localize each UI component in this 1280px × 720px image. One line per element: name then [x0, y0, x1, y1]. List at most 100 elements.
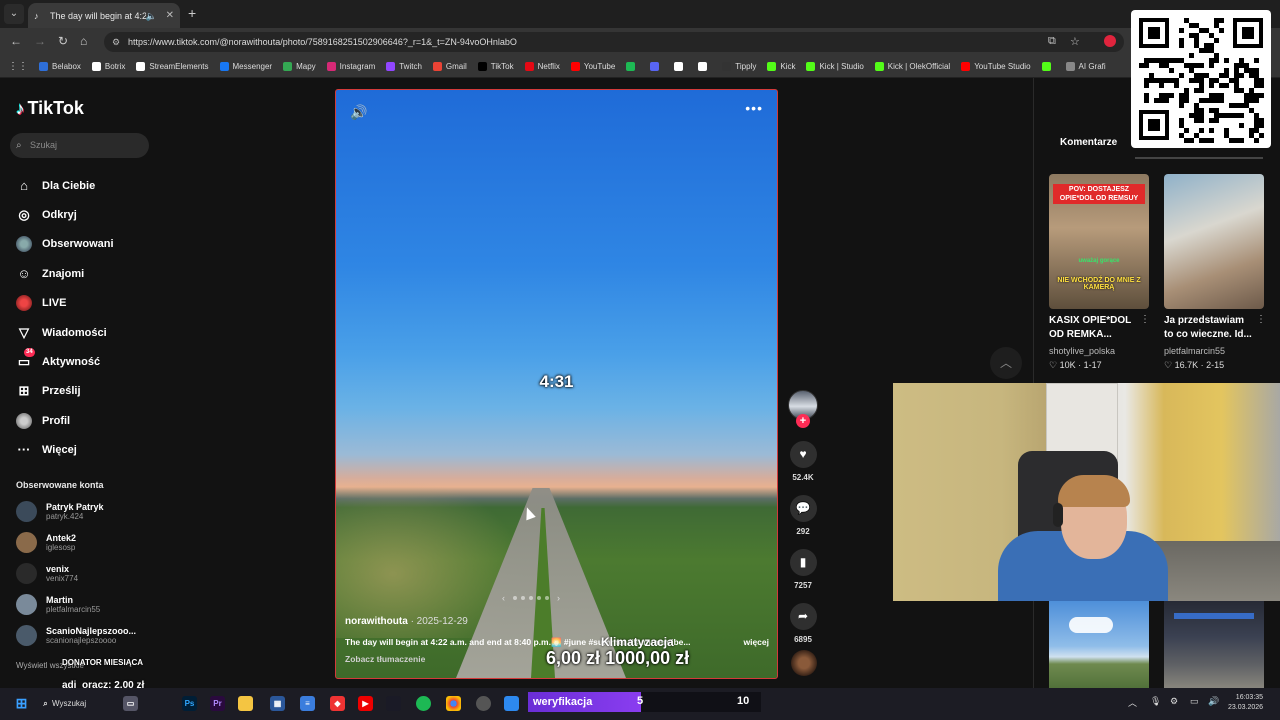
tab-audio-icon[interactable]: 🔈 — [146, 11, 157, 21]
sidebar-item[interactable]: ··· Więcej — [16, 436, 114, 465]
sidebar-item[interactable]: ⊞ Prześlij — [16, 377, 114, 406]
card-more-icon[interactable]: ⋮ — [1140, 314, 1150, 325]
heart-icon[interactable]: ♥ — [789, 441, 817, 468]
share-action[interactable]: ➦ 6895 — [787, 603, 819, 644]
related-video-thumbnail[interactable] — [1049, 601, 1149, 691]
bookmark-item[interactable]: Instagram — [326, 62, 375, 71]
bookmark-item[interactable]: Botrix — [91, 62, 125, 71]
bookmark-item[interactable]: Tipply — [722, 62, 756, 71]
taskbar-search-label[interactable]: Wyszukaj — [52, 699, 86, 708]
bookmark-item[interactable]: Twitch — [386, 62, 422, 71]
following-account[interactable]: venix venix774 — [16, 563, 78, 584]
app-icon[interactable]: ◆ — [330, 696, 345, 711]
search-input[interactable]: ⌕ Szukaj — [10, 133, 149, 158]
bookmark-item[interactable] — [650, 62, 663, 71]
bookmark-item[interactable]: Kick | Studio — [806, 62, 864, 71]
url-field[interactable]: ⚙ https://www.tiktok.com/@norawithouta/p… — [104, 32, 1124, 52]
app-icon[interactable] — [504, 696, 519, 711]
following-account[interactable]: Antek2 iglesosp — [16, 532, 76, 553]
tray-app-icon[interactable]: ⚙ — [1170, 696, 1178, 707]
task-view-icon[interactable]: ▭ — [123, 696, 138, 711]
bookmark-item[interactable]: Gmail — [432, 62, 467, 71]
taskbar-search-icon[interactable]: ⌕ — [38, 696, 53, 711]
bookmark-item[interactable]: YouTube Studio — [961, 62, 1031, 71]
new-tab-plus-icon[interactable]: + — [188, 5, 196, 21]
reload-icon[interactable]: ↻ — [58, 34, 68, 48]
taskbar-clock[interactable]: 16:03:35 23.03.2026 — [1228, 693, 1263, 713]
bookmark-item[interactable]: Messenger — [219, 62, 272, 71]
speaker-icon[interactable]: 🔊 — [1208, 696, 1219, 707]
volume-icon[interactable]: 🔊 — [350, 104, 367, 121]
spotify-icon[interactable] — [416, 696, 431, 711]
carousel-dot[interactable] — [513, 596, 517, 600]
sidebar-item[interactable]: Obserwowani — [16, 230, 114, 259]
share-icon[interactable]: ➦ — [789, 603, 817, 630]
bookmark-star-icon[interactable]: ☆ — [1070, 35, 1080, 48]
tab-close-icon[interactable]: ✕ — [166, 10, 174, 21]
site-info-icon[interactable]: ⚙ — [112, 32, 120, 52]
bookmark-item[interactable] — [698, 62, 711, 71]
browser-tab-active[interactable]: ♪ The day will begin at 4:22 a 🔈 ✕ — [28, 3, 180, 28]
carousel-next-icon[interactable]: › — [557, 593, 560, 603]
card-more-icon[interactable]: ⋮ — [1256, 314, 1266, 325]
notepad-icon[interactable]: ≡ — [300, 696, 315, 711]
apps-grid-icon[interactable]: ⋮⋮ — [8, 61, 28, 72]
bookmark-item[interactable]: YouTube — [570, 62, 615, 71]
bookmark-icon[interactable]: ▮ — [789, 549, 817, 576]
follow-plus-icon[interactable]: + — [796, 414, 810, 428]
carousel-dot[interactable] — [537, 596, 541, 600]
following-account[interactable]: Martin pletfalmarcin55 — [16, 594, 100, 615]
carousel-dot[interactable] — [521, 596, 525, 600]
like-action[interactable]: ♥ 52.4K — [787, 441, 819, 482]
bookmark-item[interactable] — [1041, 62, 1055, 71]
video-player[interactable]: 🔊 ••• 4:31 ‹ › norawithouta · 2025-12-29… — [335, 89, 778, 679]
related-video-author[interactable]: shotylive_polska — [1049, 346, 1115, 356]
bookmark-item[interactable]: AI Grafi — [1065, 62, 1106, 71]
bookmark-item[interactable] — [674, 62, 687, 71]
obs-icon[interactable] — [476, 696, 491, 711]
tiktok-logo[interactable]: ♪ TikTok — [16, 98, 84, 119]
tab-comments[interactable]: Komentarze — [1060, 137, 1117, 148]
carousel-prev-icon[interactable]: ‹ — [502, 593, 505, 603]
bookmark-item[interactable]: StreamElements — [136, 62, 209, 71]
bookmark-item[interactable]: Belabox — [39, 62, 81, 71]
sidebar-item[interactable]: ◎ Odkryj — [16, 200, 114, 229]
related-video-thumbnail[interactable]: POV: DOSTAJESZ OPIE*DOL OD REMSUY uważaj… — [1049, 174, 1149, 309]
sidebar-item[interactable]: ⌂ Dla Ciebie — [16, 171, 114, 200]
youtube-icon[interactable]: ▶ — [358, 696, 373, 711]
comment-icon[interactable]: 💬 — [789, 495, 817, 522]
related-video-author[interactable]: pletfalmarcin55 — [1164, 346, 1225, 356]
file-explorer-icon[interactable] — [238, 696, 253, 711]
microphone-icon[interactable]: 🎙 — [1150, 696, 1161, 707]
bookmark-item[interactable]: TikTok — [477, 62, 514, 71]
premiere-icon[interactable]: Pr — [210, 696, 225, 711]
comment-action[interactable]: 💬 292 — [787, 495, 819, 536]
app-icon[interactable] — [386, 696, 401, 711]
more-link[interactable]: więcej — [743, 637, 769, 648]
install-app-icon[interactable]: ⧉ — [1048, 35, 1056, 48]
tray-chevron-icon[interactable]: ︿ — [1128, 696, 1137, 709]
scroll-up-chevron-icon[interactable]: ︿ — [990, 347, 1022, 379]
sidebar-item[interactable]: ▽ Wiadomości — [16, 318, 114, 347]
bookmark-item[interactable]: Netflix — [524, 62, 560, 71]
related-video-title[interactable]: KASIX OPIE*DOL OD REMKA... — [1049, 314, 1131, 342]
windows-start-icon[interactable]: ⊞ — [14, 696, 29, 711]
bookmark-item[interactable]: Mapy — [283, 62, 316, 71]
author-link[interactable]: norawithouta — [345, 616, 408, 627]
related-video-title[interactable]: Ja przedstawiam to co wieczne. Id... — [1164, 314, 1252, 342]
following-account[interactable]: ScanioNajlepszooo... scanionajlepszoooo — [16, 625, 136, 646]
sidebar-item[interactable]: Profil — [16, 406, 114, 435]
bookmark-item[interactable]: Kick | OlekOfficial — [874, 62, 950, 71]
tab-search-chevron-icon[interactable]: ⌄ — [4, 4, 24, 24]
following-account[interactable]: Patryk Patryk patryk.424 — [16, 501, 104, 522]
more-options-icon[interactable]: ••• — [745, 100, 763, 116]
related-video-thumbnail[interactable] — [1164, 174, 1264, 309]
carousel-dot[interactable] — [545, 596, 549, 600]
forward-arrow-icon[interactable]: → — [34, 34, 46, 48]
save-action[interactable]: ▮ 7257 — [787, 549, 819, 590]
home-button-icon[interactable]: ⌂ — [80, 34, 87, 48]
calculator-icon[interactable]: ▦ — [270, 696, 285, 711]
related-video-thumbnail[interactable] — [1164, 601, 1264, 691]
sidebar-item[interactable]: ☺ Znajomi — [16, 259, 114, 288]
photoshop-icon[interactable]: Ps — [182, 696, 197, 711]
